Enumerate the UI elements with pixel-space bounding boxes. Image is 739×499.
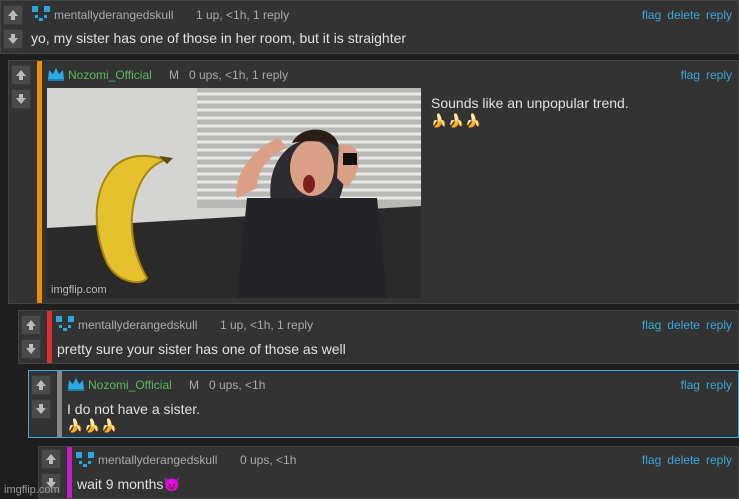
comment-meta: 1 up, <1h, 1 reply — [220, 318, 314, 332]
upvote-button[interactable] — [41, 449, 61, 469]
delete-link[interactable]: delete — [667, 453, 700, 467]
comment-username[interactable]: mentallyderangedskull — [54, 8, 173, 22]
skull-avatar-icon[interactable] — [31, 5, 51, 23]
vote-controls — [21, 315, 43, 363]
thread-depth-bar — [37, 61, 42, 303]
arrow-up-icon — [16, 70, 26, 80]
thread-depth-bar — [67, 447, 72, 498]
comment-actions: flag delete reply — [636, 8, 732, 22]
reply-link[interactable]: reply — [706, 318, 732, 332]
downvote-button[interactable] — [3, 29, 23, 49]
skull-avatar-icon[interactable] — [75, 451, 95, 469]
mod-badge: M — [189, 378, 199, 392]
comment-actions: flag delete reply — [636, 453, 732, 467]
comment-text: I do not have a sister. — [67, 401, 201, 417]
flag-link[interactable]: flag — [681, 68, 700, 82]
image-watermark: imgflip.com — [51, 284, 107, 296]
arrow-up-icon — [46, 454, 56, 464]
comment-text: Sounds like an unpopular trend. — [431, 95, 629, 111]
skull-avatar-icon[interactable] — [55, 315, 75, 333]
thread-depth-bar — [57, 371, 62, 437]
upvote-button[interactable] — [21, 315, 41, 335]
arrow-up-icon — [26, 320, 36, 330]
site-watermark: imgflip.com — [4, 484, 60, 496]
comment-meta: 0 ups, <1h, 1 reply — [189, 68, 289, 82]
meme-image[interactable]: imgflip.com — [47, 88, 421, 298]
upvote-button[interactable] — [11, 65, 31, 85]
downvote-button[interactable] — [11, 89, 31, 109]
comment-text: pretty sure your sister has one of those… — [57, 341, 346, 357]
downvote-button[interactable] — [31, 399, 51, 419]
banana-emojis: 🍌🍌🍌 — [67, 418, 119, 433]
reply-link[interactable]: reply — [706, 378, 732, 392]
reply-link[interactable]: reply — [706, 453, 732, 467]
comment-2: Nozomi_Official M 0 ups, <1h, 1 reply fl… — [8, 60, 739, 304]
comment-meta: 1 up, <1h, 1 reply — [196, 8, 290, 22]
vote-controls — [11, 65, 33, 113]
arrow-down-icon — [8, 34, 18, 44]
comment-text: wait 9 months😈 — [77, 476, 181, 492]
flag-link[interactable]: flag — [642, 318, 661, 332]
comment-username[interactable]: mentallyderangedskull — [98, 453, 217, 467]
comment-thread: { "comments": [ { "username": "mentallyd… — [0, 0, 739, 499]
crown-avatar-icon[interactable] — [67, 377, 85, 391]
arrow-down-icon — [26, 344, 36, 354]
comment-actions: flag reply — [675, 378, 732, 392]
comment-5: mentallyderangedskull 0 ups, <1h flag del… — [38, 446, 739, 499]
flag-link[interactable]: flag — [681, 378, 700, 392]
banana-emojis: 🍌🍌🍌 — [431, 113, 483, 128]
arrow-down-icon — [16, 94, 26, 104]
reply-link[interactable]: reply — [706, 8, 732, 22]
delete-link[interactable]: delete — [667, 8, 700, 22]
comment-meta: 0 ups, <1h — [240, 453, 297, 467]
arrow-up-icon — [36, 380, 46, 390]
mod-badge: M — [169, 68, 179, 82]
comment-username[interactable]: Nozomi_Official — [88, 378, 172, 392]
arrow-up-icon — [8, 10, 18, 20]
comment-text: yo, my sister has one of those in her ro… — [31, 30, 407, 46]
flag-link[interactable]: flag — [642, 8, 661, 22]
flag-link[interactable]: flag — [642, 453, 661, 467]
comment-meta: 0 ups, <1h — [209, 378, 266, 392]
crown-avatar-icon[interactable] — [47, 67, 65, 81]
downvote-button[interactable] — [21, 339, 41, 359]
comment-4: Nozomi_Official M 0 ups, <1h flag reply I… — [28, 370, 739, 438]
vote-controls — [31, 375, 53, 423]
comment-1: mentallyderangedskull 1 up, <1h, 1 reply… — [0, 0, 739, 54]
reply-link[interactable]: reply — [706, 68, 732, 82]
arrow-down-icon — [36, 404, 46, 414]
upvote-button[interactable] — [31, 375, 51, 395]
comment-username[interactable]: Nozomi_Official — [68, 68, 152, 82]
delete-link[interactable]: delete — [667, 318, 700, 332]
vote-controls — [3, 5, 25, 53]
thread-depth-bar — [47, 311, 52, 363]
upvote-button[interactable] — [3, 5, 23, 25]
comment-actions: flag delete reply — [636, 318, 732, 332]
comment-actions: flag reply — [675, 68, 732, 82]
comment-username[interactable]: mentallyderangedskull — [78, 318, 197, 332]
comment-3: mentallyderangedskull 1 up, <1h, 1 reply… — [18, 310, 739, 364]
banana-reaction-image — [47, 88, 421, 298]
